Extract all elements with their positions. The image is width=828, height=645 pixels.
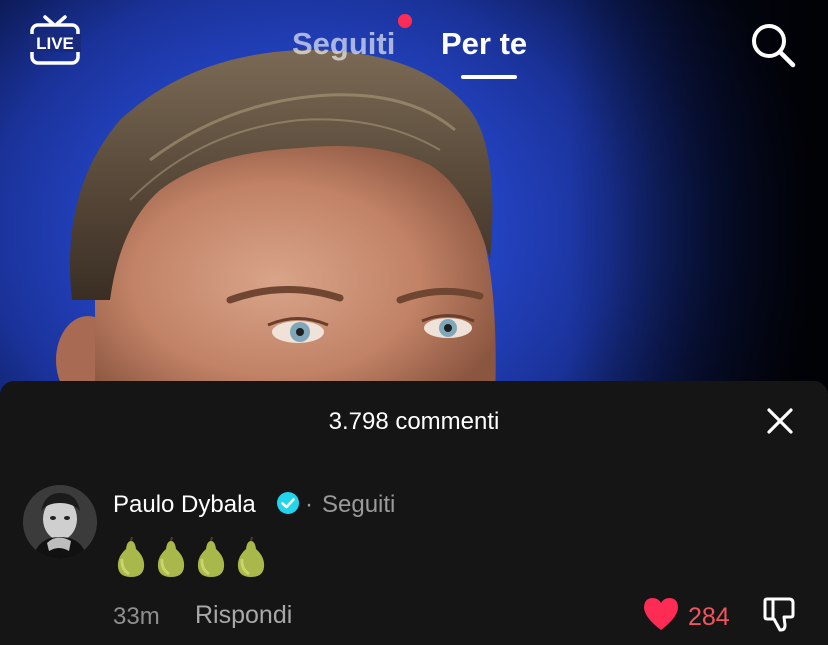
verified-badge-icon bbox=[277, 492, 299, 514]
tab-following[interactable]: Seguiti bbox=[292, 26, 395, 62]
live-label: LIVE bbox=[36, 34, 74, 53]
comment-item: Paulo Dybala · Seguiti 🍐🍐🍐🍐 bbox=[0, 481, 828, 641]
tab-for-you[interactable]: Per te bbox=[441, 26, 527, 62]
dislike-button[interactable] bbox=[762, 595, 798, 633]
reply-button[interactable]: Rispondi bbox=[195, 601, 292, 630]
separator-dot: · bbox=[305, 491, 313, 518]
close-comments-button[interactable] bbox=[766, 407, 794, 435]
close-icon bbox=[767, 408, 793, 434]
pear-emoji-icon bbox=[237, 537, 265, 577]
search-button[interactable] bbox=[748, 20, 798, 70]
like-button[interactable] bbox=[642, 596, 680, 632]
avatar[interactable] bbox=[23, 485, 97, 559]
pear-emoji-icon bbox=[197, 537, 225, 577]
comments-count-title: 3.798 commenti bbox=[328, 408, 500, 435]
comments-sheet: 3.798 commenti Paulo Dybala · Seguiti 33… bbox=[0, 381, 828, 645]
thumbs-down-icon bbox=[763, 597, 795, 632]
heart-icon bbox=[644, 598, 678, 630]
pear-emoji-icon bbox=[117, 537, 145, 577]
follow-status: Seguiti bbox=[322, 491, 396, 518]
live-icon: LIVE bbox=[29, 15, 81, 65]
comment-author[interactable]: Paulo Dybala bbox=[113, 491, 256, 519]
comment-time: 33m bbox=[113, 603, 160, 630]
notification-dot bbox=[398, 14, 412, 28]
top-navigation: LIVE Seguiti Per te bbox=[0, 0, 828, 90]
like-count: 284 bbox=[688, 603, 730, 631]
avatar-image bbox=[23, 485, 97, 559]
live-button[interactable]: LIVE bbox=[28, 14, 84, 70]
active-tab-indicator bbox=[461, 75, 517, 79]
pear-emoji-icon bbox=[157, 537, 185, 577]
search-icon bbox=[752, 24, 796, 68]
